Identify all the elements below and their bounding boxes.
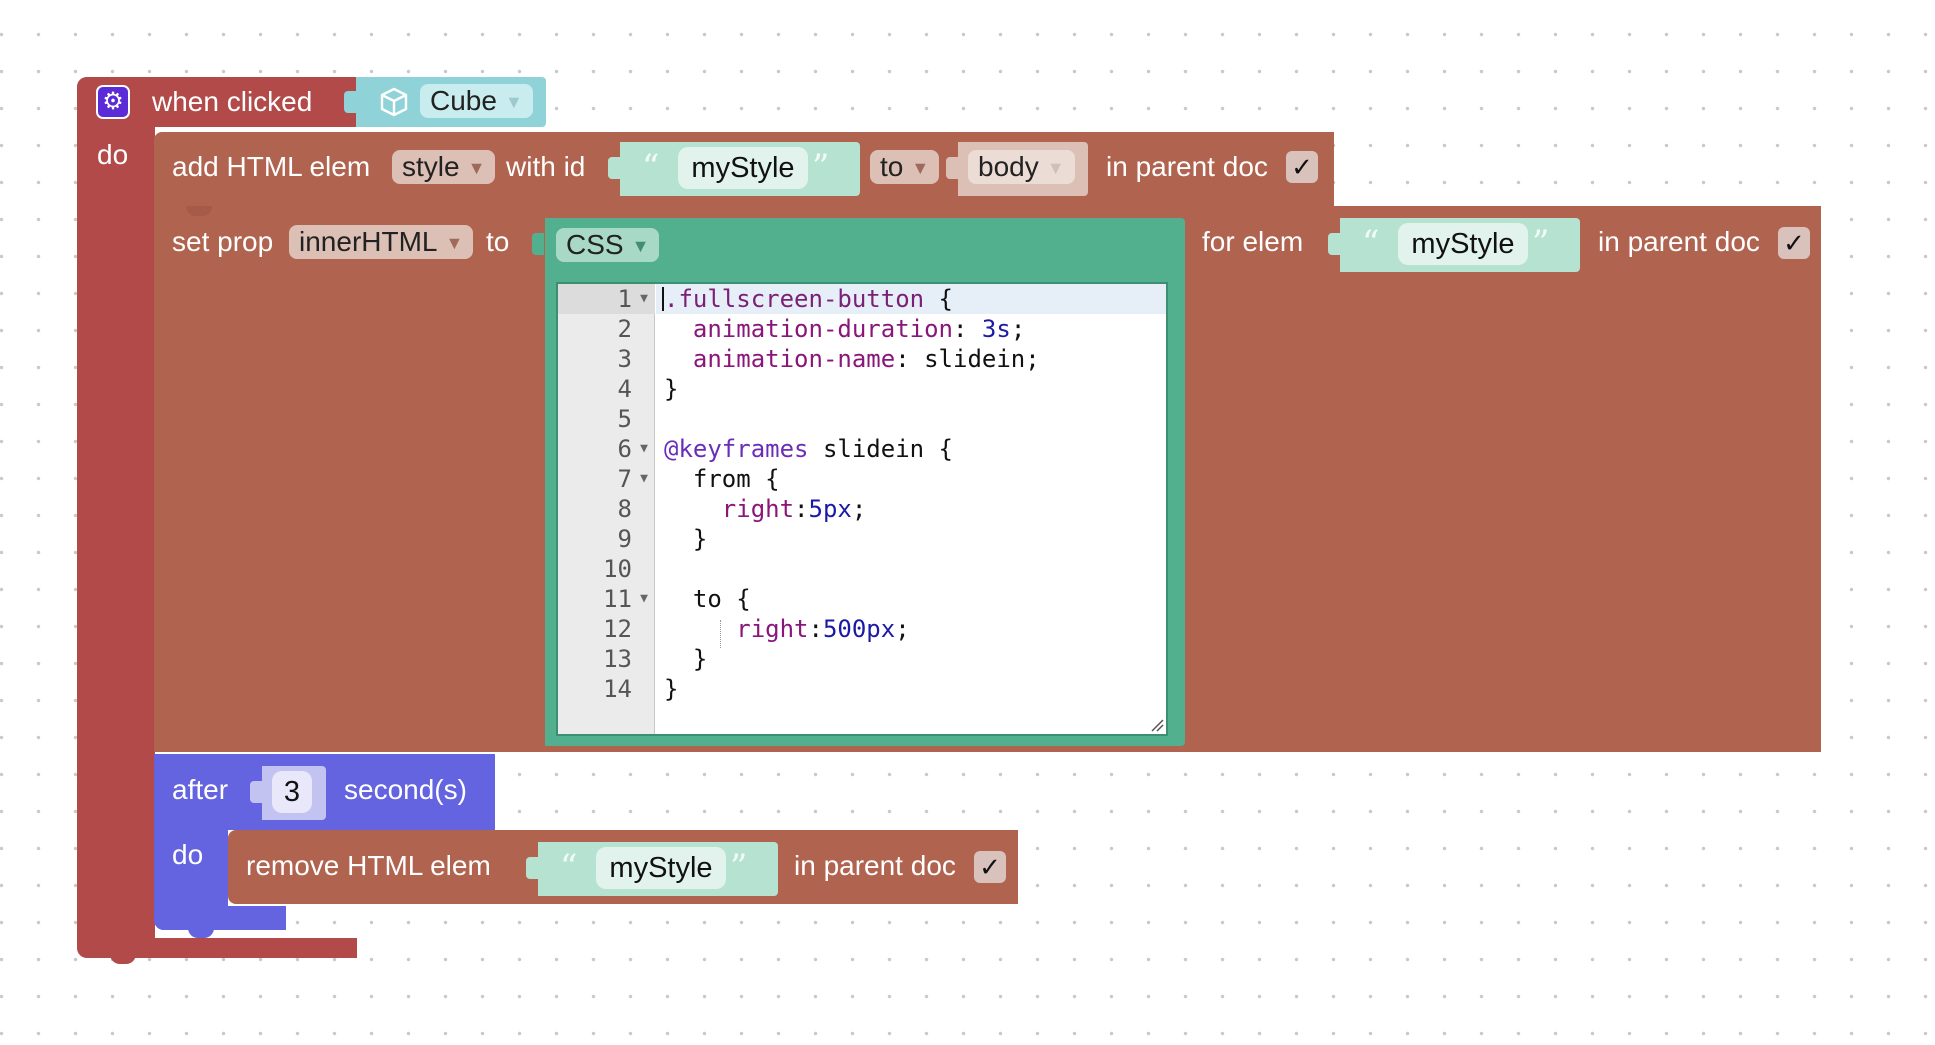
- set-to-label: to: [486, 226, 510, 257]
- line-numbers: 1 ▼ 2 3 4 5 6 ▼ 7 ▼ 8 9 10 11 ▼ 12 13 14: [558, 284, 648, 734]
- chevron-down-icon: ▼: [911, 158, 930, 178]
- open-quote-icon: “: [560, 847, 578, 887]
- code-line: right:5px;: [721, 495, 867, 523]
- with-id-label: with id: [506, 151, 586, 182]
- to-dropdown-value: to: [880, 151, 904, 182]
- chevron-down-icon: ▼: [467, 158, 486, 178]
- when-clicked-label: when clicked: [152, 86, 313, 117]
- line-number: 13: [603, 645, 632, 673]
- line-number: 10: [603, 555, 632, 583]
- after-block-footer: [154, 906, 286, 930]
- chevron-down-icon: ▼: [1046, 158, 1065, 178]
- code-line: }: [664, 375, 679, 403]
- string-connector: [526, 857, 538, 879]
- line-number: 4: [617, 375, 632, 403]
- line-number: 12: [603, 615, 632, 643]
- prop-dropdown-value: innerHTML: [299, 226, 438, 257]
- line-number: 5: [617, 405, 632, 433]
- line-number: 6: [617, 435, 632, 463]
- code-line: from {: [664, 465, 780, 493]
- close-quote-icon: ”: [730, 847, 748, 887]
- set-parent-doc-label: in parent doc: [1598, 226, 1760, 257]
- code-line: .fullscreen-button {: [664, 285, 953, 313]
- elem-type-dropdown[interactable]: style ▼: [392, 150, 496, 184]
- after-label: after: [172, 774, 229, 805]
- line-number: 14: [603, 675, 632, 703]
- lang-dropdown-value: CSS: [566, 229, 624, 260]
- code-line: animation-duration: 3s;: [692, 315, 1026, 343]
- after-do-label: do: [172, 839, 204, 870]
- close-quote-icon: ”: [1532, 223, 1550, 263]
- remove-html-elem-label: remove HTML elem: [246, 850, 491, 881]
- line-number: 11: [603, 585, 632, 613]
- remove-parent-doc-label: in parent doc: [794, 850, 956, 881]
- object-dropdown-value: Cube: [430, 85, 497, 116]
- code-line: right:500px;: [736, 615, 910, 643]
- parent-dropdown[interactable]: body ▼: [968, 150, 1075, 184]
- code-editor[interactable]: 1 ▼ 2 3 4 5 6 ▼ 7 ▼ 8 9 10 11 ▼ 12 13 14 .fu…: [556, 282, 1168, 736]
- object-dropdown[interactable]: Cube ▼: [420, 84, 533, 118]
- set-prop-label: set prop: [172, 226, 274, 257]
- for-elem-id-field[interactable]: myStyle: [1398, 223, 1528, 265]
- fold-arrow-icon[interactable]: ▼: [640, 284, 648, 314]
- chevron-down-icon: ▼: [631, 236, 650, 256]
- gear-icon[interactable]: ⚙: [96, 85, 130, 119]
- seconds-label: second(s): [344, 774, 467, 805]
- line-number: 8: [617, 495, 632, 523]
- css-connector: [532, 233, 544, 255]
- after-block-notch: [188, 926, 214, 938]
- prop-dropdown[interactable]: innerHTML ▼: [289, 225, 474, 259]
- code-line: }: [664, 645, 708, 673]
- code-line: }: [664, 675, 679, 703]
- add-parent-doc-checkbox[interactable]: ✓: [1286, 151, 1318, 183]
- object-connector: [344, 91, 356, 113]
- remove-parent-doc-checkbox[interactable]: ✓: [974, 851, 1006, 883]
- remove-id-field[interactable]: myStyle: [596, 847, 726, 889]
- line-number: 2: [617, 315, 632, 343]
- event-block-notch: [110, 952, 136, 964]
- for-elem-label: for elem: [1202, 226, 1304, 257]
- fold-arrow-icon[interactable]: ▼: [640, 584, 648, 614]
- code-line: }: [664, 525, 708, 553]
- code-line: @keyframes slidein {: [664, 435, 953, 463]
- fold-arrow-icon[interactable]: ▼: [640, 434, 648, 464]
- code-line: animation-name: slidein;: [692, 345, 1040, 373]
- code-line: to {: [664, 585, 751, 613]
- line-number: 1: [617, 285, 632, 313]
- open-quote-icon: “: [642, 147, 660, 187]
- event-block[interactable]: [77, 77, 155, 957]
- string-connector: [1328, 233, 1340, 255]
- string-connector: [608, 157, 620, 179]
- line-number: 3: [617, 345, 632, 373]
- to-dropdown[interactable]: to ▼: [870, 150, 940, 184]
- parent-connector: [946, 157, 958, 179]
- chevron-down-icon: ▼: [445, 233, 464, 253]
- open-quote-icon: “: [1362, 223, 1380, 263]
- number-connector: [250, 781, 262, 803]
- code-content[interactable]: .fullscreen-button { animation-duration:…: [664, 284, 1164, 734]
- line-number: 9: [617, 525, 632, 553]
- add-html-elem-label: add HTML elem: [172, 151, 371, 182]
- resize-handle-icon[interactable]: [1148, 716, 1164, 732]
- id-text-field[interactable]: myStyle: [678, 147, 808, 189]
- line-number: 7: [617, 465, 632, 493]
- lang-dropdown[interactable]: CSS ▼: [556, 228, 660, 262]
- add-parent-doc-label: in parent doc: [1106, 151, 1268, 182]
- elem-type-value: style: [402, 151, 460, 182]
- cube-icon: [378, 86, 410, 118]
- fold-arrow-icon[interactable]: ▼: [640, 464, 648, 494]
- set-parent-doc-checkbox[interactable]: ✓: [1778, 227, 1810, 259]
- chevron-down-icon: ▼: [504, 92, 523, 112]
- event-do-label: do: [97, 139, 129, 170]
- parent-dropdown-value: body: [978, 151, 1039, 182]
- seconds-input[interactable]: 3: [272, 771, 312, 813]
- close-quote-icon: ”: [812, 147, 830, 187]
